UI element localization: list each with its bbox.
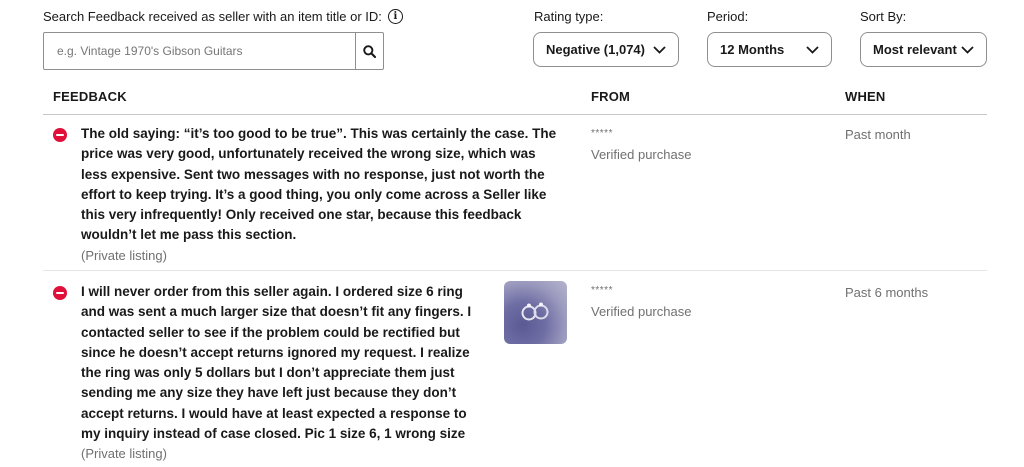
negative-rating-icon [53, 128, 67, 142]
sort-by-label: Sort By: [860, 9, 907, 24]
chevron-down-icon [653, 45, 666, 54]
search-button[interactable] [355, 33, 383, 69]
chevron-down-icon [806, 45, 819, 54]
search-box [43, 32, 384, 70]
ring-photo-image [521, 302, 549, 321]
feedback-when: Past 6 months [845, 285, 929, 300]
period-label: Period: [707, 9, 749, 24]
info-icon[interactable]: i [387, 9, 403, 24]
listing-label: (Private listing) [81, 446, 167, 461]
feedback-comment: The old saying: “it’s too good to be tru… [81, 124, 556, 246]
sort-by-dropdown[interactable]: Most relevant [860, 32, 987, 67]
feedback-line: less expensive. Sent two messages with n… [81, 166, 545, 182]
search-input[interactable] [44, 33, 355, 69]
feedback-line: sending me any size they have left just … [81, 385, 457, 401]
column-header-from: FROM [591, 89, 631, 104]
feedback-line: wouldn’t let me pass this section. [81, 227, 297, 243]
rating-type-label: Rating type: [534, 9, 604, 24]
feedback-line: the ring was only 5 dollars but I don’t … [81, 365, 455, 381]
feedback-line: since he doesn’t accept returns ignored … [81, 344, 470, 360]
negative-rating-icon [53, 286, 67, 300]
chevron-down-icon [961, 45, 974, 54]
feedback-line: effort to keep trying. It’s a good thing… [81, 186, 547, 202]
rating-type-dropdown[interactable]: Negative (1,074) [533, 32, 679, 67]
rating-type-value: Negative (1,074) [546, 42, 645, 57]
search-label-text: Search Feedback received as seller with … [43, 9, 382, 24]
search-icon [363, 44, 376, 58]
feedback-when: Past month [845, 127, 911, 142]
verified-purchase: Verified purchase [591, 304, 692, 319]
sort-by-value: Most relevant [873, 42, 957, 57]
feedback-line: this very infrequently! Only received on… [81, 207, 522, 223]
feedback-line: contacted seller to see if the problem c… [81, 324, 460, 340]
column-header-feedback: FEEDBACK [53, 89, 127, 104]
period-dropdown[interactable]: 12 Months [707, 32, 832, 67]
feedback-line: The old saying: “it’s too good to be tru… [81, 126, 557, 141]
feedback-line: price was very good, unfortunately recei… [81, 146, 536, 162]
period-value: 12 Months [720, 42, 785, 57]
header-divider [43, 114, 987, 115]
row-divider [43, 270, 987, 271]
feedback-line: I will never order from this seller agai… [81, 284, 463, 299]
column-header-when: WHEN [845, 89, 886, 104]
from-user: ***** [591, 285, 613, 296]
feedback-line: and was sent a much larger size that doe… [81, 304, 472, 320]
feedback-photo-thumbnail[interactable] [504, 281, 567, 344]
from-user: ***** [591, 128, 613, 139]
verified-purchase: Verified purchase [591, 147, 692, 162]
listing-label: (Private listing) [81, 248, 167, 263]
feedback-line: my inquiry instead of case closed. Pic 1… [81, 426, 466, 442]
search-label: Search Feedback received as seller with … [43, 9, 403, 24]
feedback-comment: I will never order from this seller agai… [81, 282, 471, 444]
feedback-line: accept returns. I would have at least ex… [81, 405, 467, 421]
